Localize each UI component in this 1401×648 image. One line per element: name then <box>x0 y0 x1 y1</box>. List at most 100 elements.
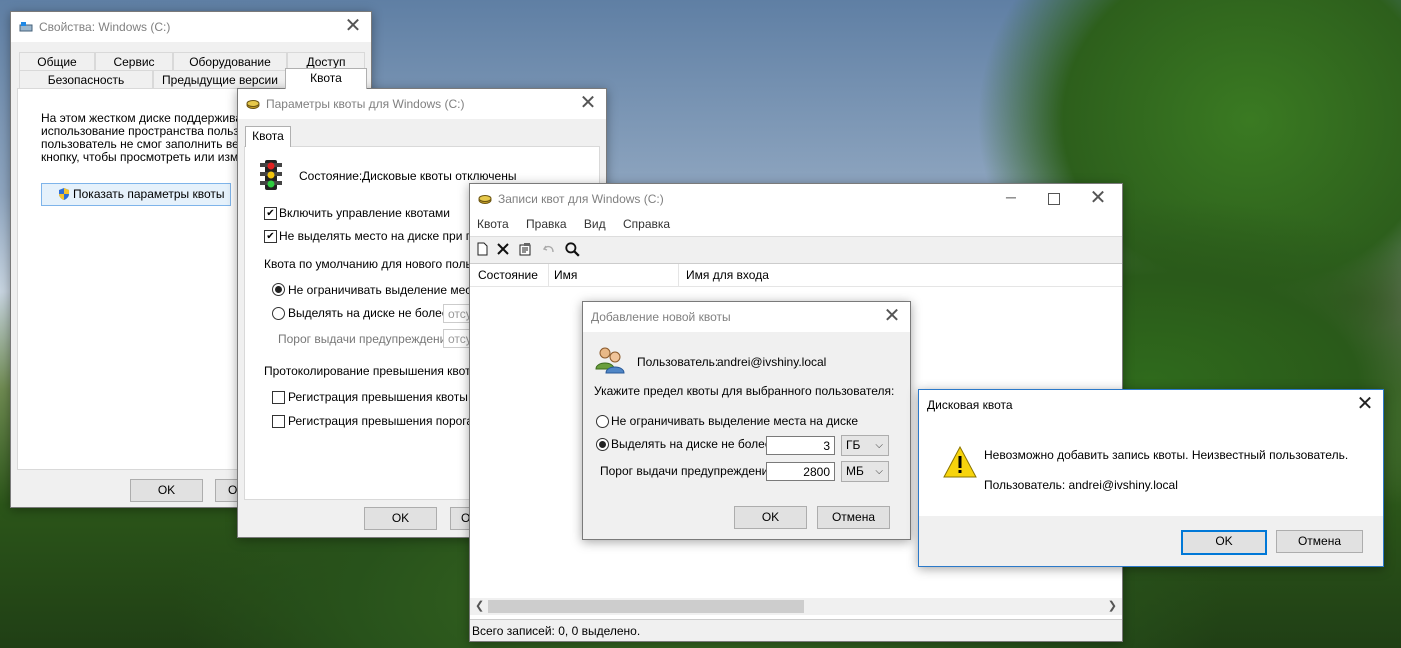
menu-quota[interactable]: Квота <box>477 217 509 231</box>
quota-description-2: использование пространства пользова <box>41 124 259 138</box>
limit-radio[interactable] <box>596 438 609 451</box>
quota-settings-titlebar[interactable]: Параметры квоты для Windows (C:) ✕ <box>238 89 606 119</box>
warn-value-field[interactable]: 2800 <box>766 462 835 481</box>
close-icon[interactable]: ✕ <box>341 15 365 39</box>
maximize-icon[interactable] <box>1048 193 1060 205</box>
log-quota-label: Регистрация превышения квоты по <box>288 390 485 404</box>
limit-unit-select[interactable]: ГБ ⌵ <box>841 435 889 456</box>
log-quota-checkbox[interactable] <box>272 391 285 404</box>
drive-icon <box>19 22 33 32</box>
tab-quota[interactable]: Квота <box>245 126 291 147</box>
show-quota-settings-label: Показать параметры квоты <box>73 187 225 201</box>
scroll-right-icon[interactable]: ❯ <box>1108 599 1117 612</box>
tab-quota[interactable]: Квота <box>285 68 367 89</box>
warn-unit-value: МБ <box>846 464 864 478</box>
column-name[interactable]: Имя <box>554 268 577 282</box>
warn-threshold-field[interactable]: отсу <box>443 329 472 348</box>
quota-entries-title: Записи квот для Windows (C:) <box>498 192 664 206</box>
column-login-name[interactable]: Имя для входа <box>686 268 769 282</box>
quota-entries-titlebar[interactable]: Записи квот для Windows (C:) ─ ✕ <box>470 184 1122 214</box>
chevron-down-icon: ⌵ <box>875 466 883 477</box>
quota-description-4: кнопку, чтобы просмотреть или изменн <box>41 150 259 164</box>
limit-field[interactable]: отсу <box>443 304 472 323</box>
close-icon[interactable]: ✕ <box>1353 393 1377 417</box>
cancel-button[interactable]: Отмена <box>817 506 890 529</box>
status-label: Состояние: <box>299 169 363 183</box>
warn-threshold-label: Порог выдачи предупреждений <box>600 464 776 478</box>
log-warn-label: Регистрация превышения порога пр <box>288 414 490 428</box>
cancel-button[interactable]: Отмена <box>1276 530 1363 553</box>
limit-radio[interactable] <box>272 307 285 320</box>
status-value: Дисковые квоты отключены <box>362 169 517 183</box>
limit-value-field[interactable]: 3 <box>766 436 835 455</box>
disk-quota-icon <box>246 100 260 109</box>
undo-icon[interactable] <box>542 242 556 256</box>
column-divider[interactable] <box>548 264 549 286</box>
toolbar <box>470 236 1122 264</box>
ok-button[interactable]: OK <box>130 479 203 502</box>
error-content: Невозможно добавить запись квоты. Неизве… <box>919 420 1383 516</box>
no-limit-label: Не ограничивать выделение места на диске <box>611 414 859 428</box>
horizontal-scrollbar[interactable]: ❮ ❯ <box>470 598 1122 615</box>
quota-description-1: На этом жестком диске поддерживаю <box>41 111 251 125</box>
warning-icon <box>943 446 977 478</box>
tab-hardware[interactable]: Оборудование <box>173 52 287 71</box>
menu-help[interactable]: Справка <box>623 217 670 231</box>
status-bar-text: Всего записей: 0, 0 выделено. <box>472 624 641 638</box>
ok-button[interactable]: OK <box>734 506 807 529</box>
properties-icon[interactable] <box>518 242 532 256</box>
error-titlebar[interactable]: Дисковая квота ✕ <box>919 390 1383 420</box>
enable-quota-label: Включить управление квотами <box>279 206 451 220</box>
close-icon[interactable]: ✕ <box>880 305 904 329</box>
uac-shield-icon <box>59 188 69 200</box>
tab-security[interactable]: Безопасность <box>19 70 153 89</box>
column-divider[interactable] <box>678 264 679 286</box>
no-limit-radio[interactable] <box>596 415 609 428</box>
delete-icon[interactable] <box>496 242 510 256</box>
menu-edit[interactable]: Правка <box>526 217 567 231</box>
minimize-icon[interactable]: ─ <box>1004 190 1018 206</box>
no-limit-radio[interactable] <box>272 283 285 296</box>
limit-label: Выделять на диске не более <box>611 437 772 451</box>
add-quota-title: Добавление новой квоты <box>591 310 731 324</box>
tab-service[interactable]: Сервис <box>95 52 173 71</box>
no-limit-label: Не ограничивать выделение места <box>288 283 484 297</box>
quota-description-3: пользователь не смог заполнить весь <box>41 137 252 151</box>
find-icon[interactable] <box>564 241 580 257</box>
new-entry-icon[interactable] <box>475 242 489 256</box>
menu-bar: Квота Правка Вид Справка <box>477 217 684 231</box>
traffic-light-icon <box>260 160 282 190</box>
error-title: Дисковая квота <box>927 398 1013 412</box>
chevron-down-icon: ⌵ <box>875 440 883 451</box>
limit-prompt: Укажите предел квоты для выбранного поль… <box>594 384 895 398</box>
close-icon[interactable]: ✕ <box>576 92 600 116</box>
enable-quota-checkbox[interactable]: ✔ <box>264 207 277 220</box>
limit-unit-value: ГБ <box>846 438 861 452</box>
properties-title: Свойства: Windows (C:) <box>39 20 171 34</box>
scroll-left-icon[interactable]: ❮ <box>475 599 484 612</box>
default-quota-group-label: Квота по умолчанию для нового пользов <box>264 257 491 271</box>
limit-label: Выделять на диске не более <box>288 306 449 320</box>
properties-titlebar[interactable]: Свойства: Windows (C:) ✕ <box>11 12 371 42</box>
column-status[interactable]: Состояние <box>478 268 538 282</box>
logging-group-label: Протоколирование превышения квоты д <box>264 364 490 378</box>
tab-general[interactable]: Общие <box>19 52 95 71</box>
add-quota-dialog: Добавление новой квоты ✕ Пользователь: a… <box>582 301 911 540</box>
add-quota-titlebar[interactable]: Добавление новой квоты ✕ <box>583 302 910 332</box>
ok-button[interactable]: OK <box>1181 530 1267 555</box>
error-dialog: Дисковая квота ✕ Невозможно добавить зап… <box>918 389 1384 567</box>
tab-previous-versions[interactable]: Предыдущие версии <box>153 70 287 89</box>
warn-unit-select[interactable]: МБ ⌵ <box>841 461 889 482</box>
scrollbar-thumb[interactable] <box>488 600 804 613</box>
quota-settings-title: Параметры квоты для Windows (C:) <box>266 97 465 111</box>
deny-space-label: Не выделять место на диске при пре <box>279 229 486 243</box>
disk-quota-icon <box>478 195 492 204</box>
menu-view[interactable]: Вид <box>584 217 606 231</box>
log-warn-checkbox[interactable] <box>272 415 285 428</box>
close-icon[interactable]: ✕ <box>1086 187 1110 211</box>
ok-button[interactable]: OK <box>364 507 437 530</box>
user-value: andrei@ivshiny.local <box>717 355 827 369</box>
show-quota-settings-button[interactable]: Показать параметры квоты <box>41 183 231 206</box>
deny-space-checkbox[interactable]: ✔ <box>264 230 277 243</box>
warn-threshold-label: Порог выдачи предупреждений <box>278 332 454 346</box>
